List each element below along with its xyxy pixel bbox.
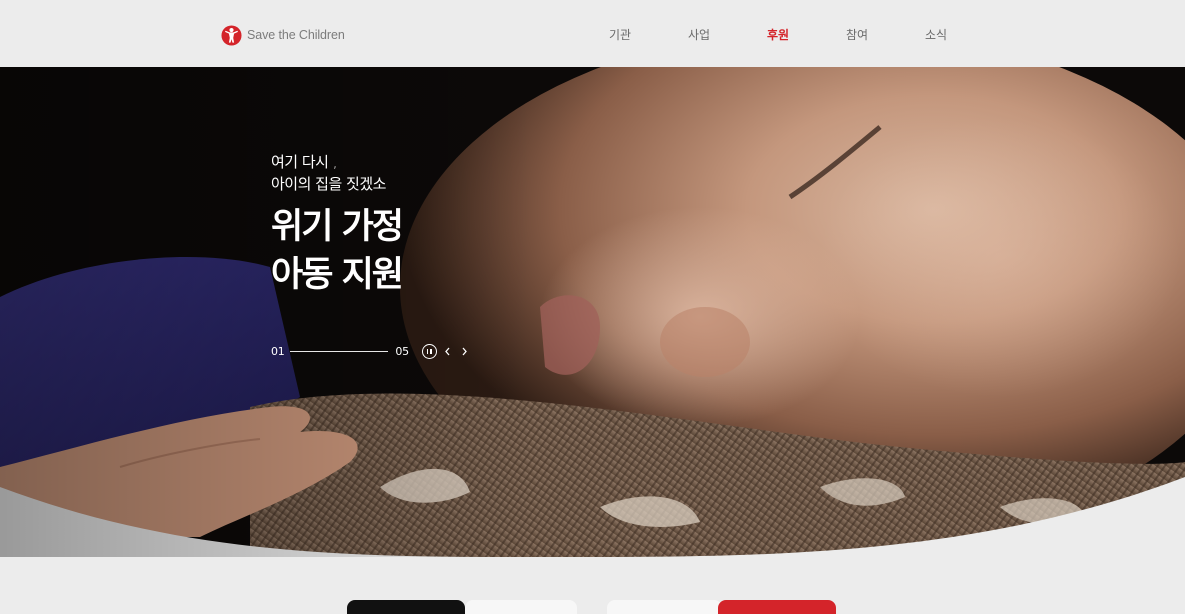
site-header: Save the Children 기관 사업 후원 참여 소식 <box>0 0 1185 67</box>
quick-link-button-3[interactable] <box>607 600 722 614</box>
chevron-left-icon[interactable] <box>441 345 454 358</box>
main-nav: 기관 사업 후원 참여 소식 <box>0 26 1185 44</box>
donate-quick-button[interactable] <box>718 600 836 614</box>
hero-text: 여기 다시 , 아이의 집을 짓겠소 위기 가정 아동 지원 <box>271 151 404 299</box>
hero-title-line-2: 아동 지원 <box>271 255 404 295</box>
chevron-right-icon[interactable] <box>458 345 471 358</box>
nav-item-organization[interactable]: 기관 <box>600 26 640 43</box>
hero-subtitle-line-1: 여기 다시 , <box>271 153 338 171</box>
hero-title-line-1: 위기 가정 <box>271 207 404 247</box>
hero-title: 위기 가정 아동 지원 <box>271 203 404 299</box>
hero-subtitle-line-2: 아이의 집을 짓겠소 <box>271 175 386 193</box>
slide-total: 05 <box>395 344 409 358</box>
hero-slider-controls: 01 05 <box>271 343 471 359</box>
hero-banner: 여기 다시 , 아이의 집을 짓겠소 위기 가정 아동 지원 01 05 <box>0 67 1185 557</box>
slide-current: 01 <box>271 344 285 358</box>
nav-item-participate[interactable]: 참여 <box>837 26 877 43</box>
quick-link-button-1[interactable] <box>347 600 465 614</box>
hero-image <box>0 67 1185 557</box>
quick-link-button-2[interactable] <box>465 600 577 614</box>
nav-item-news[interactable]: 소식 <box>916 26 956 43</box>
pause-icon[interactable] <box>421 343 437 359</box>
nav-item-programs[interactable]: 사업 <box>679 26 719 43</box>
nav-item-donate[interactable]: 후원 <box>758 26 798 43</box>
slide-progress-bar[interactable] <box>290 350 389 352</box>
